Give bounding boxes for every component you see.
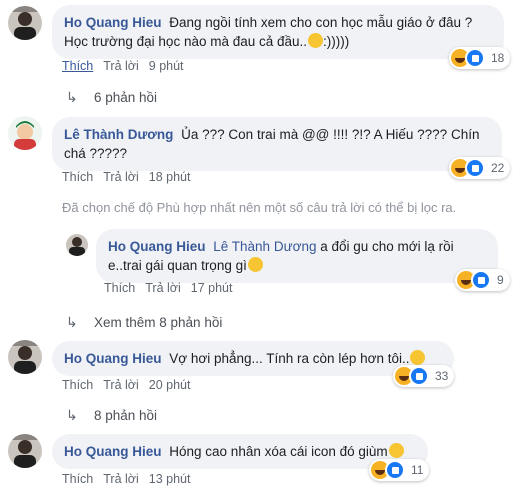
comment-author[interactable]: Ho Quang Hieu [64,444,162,459]
avatar[interactable] [8,434,42,468]
avatar[interactable] [8,340,42,374]
replies-label: 6 phản hồi [94,90,158,105]
grimace-emoji-icon [410,350,426,365]
timestamp[interactable]: 9 phút [149,59,184,73]
reply-arrow-icon: ↳ [66,314,78,330]
reaction-count: 22 [491,161,505,175]
like-icon [465,48,485,68]
view-replies-link[interactable]: ↳ 8 phản hồi [66,407,157,424]
timestamp[interactable]: 20 phút [149,378,191,392]
sad-emoji-icon [308,33,324,48]
reply-button[interactable]: Trả lời [145,281,181,295]
like-icon [385,460,405,480]
reply-button[interactable]: Trả lời [103,378,139,392]
reaction-summary[interactable]: 9 [455,269,510,291]
reaction-count: 9 [497,273,504,287]
like-icon [471,270,491,290]
like-icon [465,158,485,178]
comment-bubble: Ho Quang Hieu Đang ngồi tính xem cho con… [52,5,504,59]
reaction-summary[interactable]: 18 [449,47,511,69]
comment-actions: Thích Trả lời 13 phút [62,472,201,486]
replies-label: 8 phản hồi [94,408,158,423]
avatar[interactable] [66,234,88,256]
comment-text: Vợ hơi phẳng... Tính ra còn lép hơn tôi.… [169,351,410,366]
comment-author[interactable]: Ho Quang Hieu [64,351,162,366]
reply-button[interactable]: Trả lời [103,59,139,73]
reaction-summary[interactable]: 33 [393,365,455,387]
like-button[interactable]: Thích [62,472,93,486]
reaction-count: 18 [491,51,505,65]
reply-arrow-icon: ↳ [66,89,78,105]
reply-button[interactable]: Trả lời [103,472,139,486]
filter-notice: Đã chọn chế độ Phù hợp nhất nên một số c… [62,200,457,215]
timestamp[interactable]: 17 phút [191,281,233,295]
avatar[interactable] [8,6,42,40]
like-button[interactable]: Thích [62,378,93,392]
reply-author[interactable]: Ho Quang Hieu [108,239,206,254]
timestamp[interactable]: 18 phút [149,170,191,184]
grin-emoji-icon [388,443,404,458]
comment-text-tail: :))))) [323,34,350,49]
timestamp[interactable]: 13 phút [149,472,191,486]
avatar[interactable] [8,116,42,150]
comment-actions: Thích Trả lời 18 phút [62,170,201,184]
comment-bubble: Lê Thành Dương Ủa ??? Con trai mà @@ !!!… [52,117,502,171]
like-button[interactable]: Thích [104,281,135,295]
reaction-count: 11 [411,463,424,477]
comment-author[interactable]: Lê Thành Dương [64,127,173,142]
reply-bubble: Ho Quang Hieu Lê Thành Dương a đổi gu ch… [96,229,498,283]
comment-author[interactable]: Ho Quang Hieu [64,15,162,30]
view-replies-link[interactable]: ↳ 6 phản hồi [66,89,157,106]
grimace-emoji-icon [247,257,263,272]
reply-arrow-icon: ↳ [66,407,78,423]
reaction-summary[interactable]: 22 [449,157,511,179]
comment-text: Hóng cao nhân xóa cái icon đó giùm [169,444,388,459]
view-more-replies-link[interactable]: ↳ Xem thêm 8 phản hồi [66,314,222,331]
reply-button[interactable]: Trả lời [103,170,139,184]
reaction-count: 33 [435,369,449,383]
reaction-summary[interactable]: 11 [369,459,430,481]
comment-actions: Thích Trả lời 20 phút [62,378,201,392]
like-button[interactable]: Thích [62,59,93,73]
replies-label: Xem thêm 8 phản hồi [94,315,223,330]
reply-actions: Thích Trả lời 17 phút [104,281,243,295]
comment-actions: Thích Trả lời 9 phút [62,59,194,73]
like-icon [409,366,429,386]
like-button[interactable]: Thích [62,170,93,184]
tagged-user[interactable]: Lê Thành Dương [213,239,316,254]
